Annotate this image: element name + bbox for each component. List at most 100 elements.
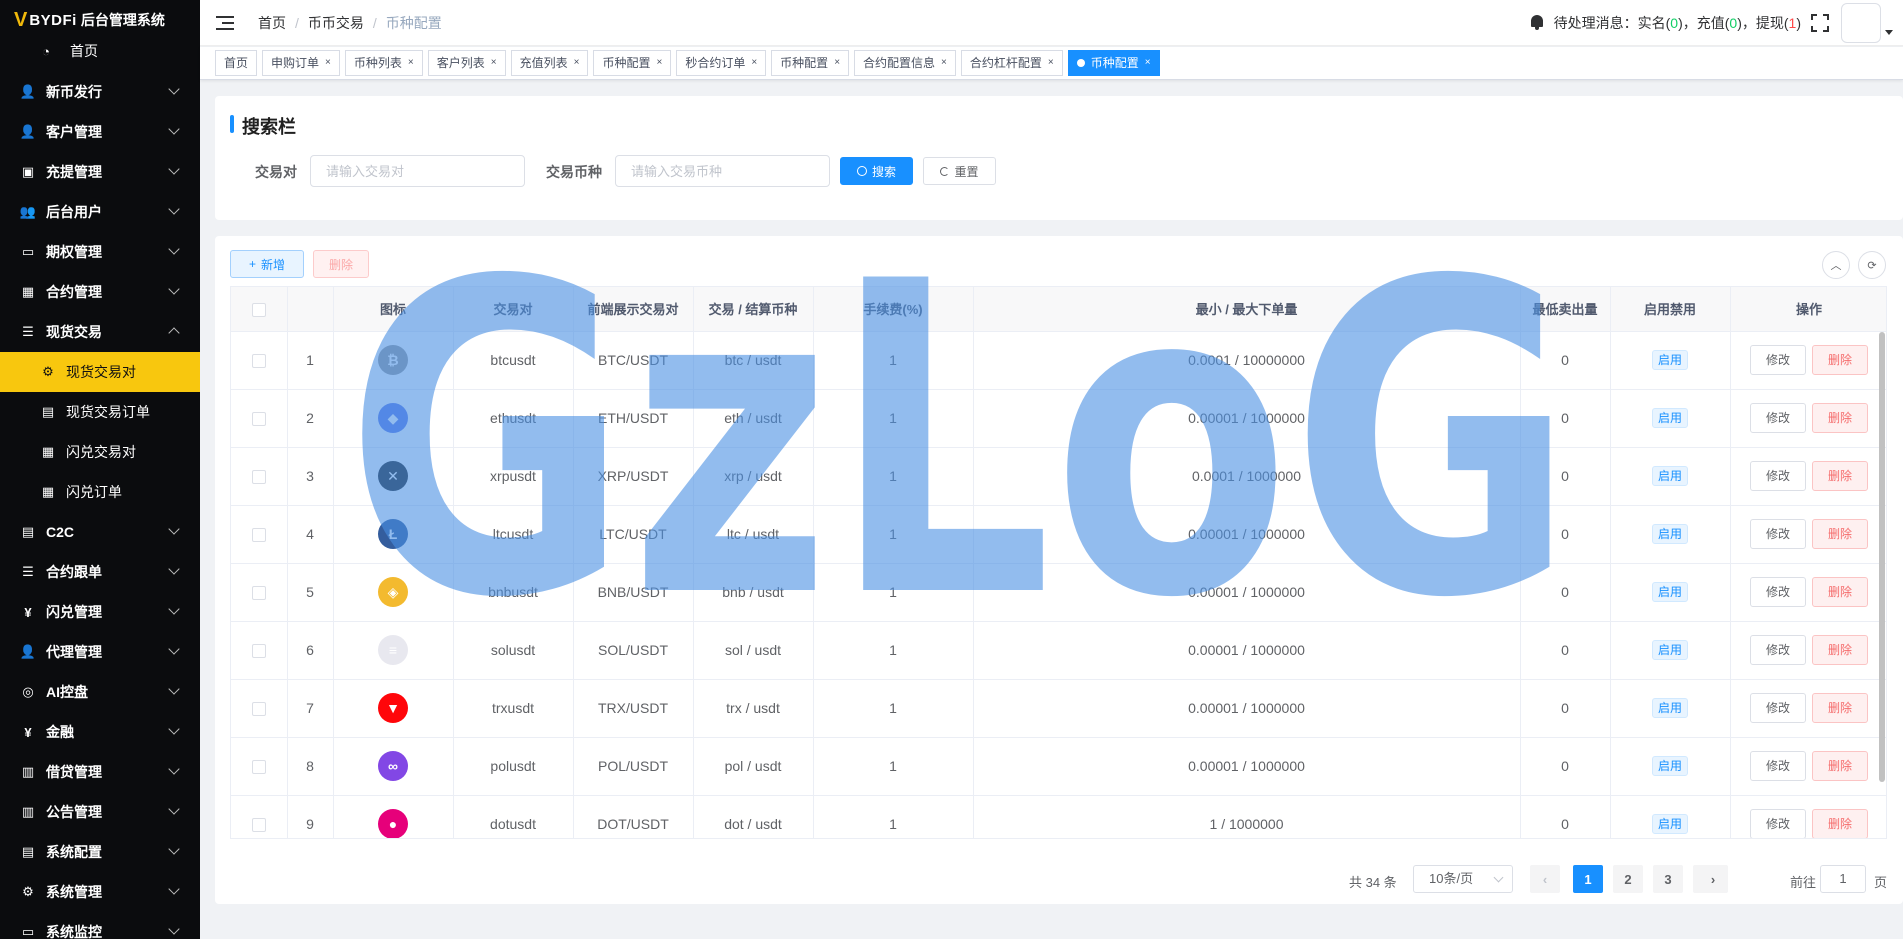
edit-button[interactable]: 修改 — [1750, 345, 1806, 375]
tab-tag[interactable]: 币种列表 × — [344, 50, 423, 76]
caret-down-icon[interactable] — [1885, 30, 1893, 35]
row-checkbox[interactable] — [251, 760, 266, 775]
sidebar-item-home[interactable]: ◔ 首页 — [0, 40, 200, 62]
edit-button[interactable]: 修改 — [1750, 693, 1806, 723]
delete-button[interactable]: 删除 — [1812, 809, 1868, 838]
min-sell-cell: 0 — [1520, 505, 1611, 564]
tab-tag[interactable]: 币种配置 × — [771, 50, 850, 76]
close-icon[interactable]: × — [656, 51, 662, 75]
tab-tag[interactable]: 客户列表 × — [427, 50, 506, 76]
bulk-delete-button[interactable]: 删除 — [313, 250, 369, 278]
close-icon[interactable]: × — [1048, 51, 1054, 75]
row-checkbox[interactable] — [251, 644, 266, 659]
tab-tag[interactable]: 合约杠杆配置 × — [960, 50, 1063, 76]
collapse-search-icon[interactable]: ︿ — [1822, 251, 1850, 279]
display-pair-cell: TRX/USDT — [573, 679, 694, 738]
delete-button[interactable]: 删除 — [1812, 345, 1868, 375]
close-icon[interactable]: × — [408, 51, 414, 75]
sidebar-item[interactable]: ☰ 现货交易 — [0, 312, 200, 352]
delete-button[interactable]: 删除 — [1812, 693, 1868, 723]
breadcrumb-home[interactable]: 首页 — [258, 13, 286, 33]
table-scrollbar[interactable] — [1879, 332, 1885, 782]
coin-input[interactable] — [615, 155, 830, 187]
sidebar-item[interactable]: 👤 代理管理 — [0, 632, 200, 672]
row-checkbox[interactable] — [251, 818, 266, 833]
prev-page-icon[interactable]: ‹ — [1530, 865, 1560, 893]
tab-tag[interactable]: 充值列表 × — [510, 50, 589, 76]
sidebar-item[interactable]: ⚙ 现货交易对 — [0, 352, 200, 392]
page-number-button[interactable]: 3 — [1653, 865, 1683, 893]
row-checkbox[interactable] — [251, 528, 266, 543]
pending-notice[interactable]: 待处理消息：实名(0)，充值(0)，提现(1) — [1554, 13, 1801, 33]
sidebar-item[interactable]: ▥ 公告管理 — [0, 792, 200, 832]
close-icon[interactable]: × — [751, 51, 757, 75]
search-button[interactable]: 搜索 — [840, 157, 913, 185]
sidebar-item[interactable]: ¥ 闪兑管理 — [0, 592, 200, 632]
edit-button[interactable]: 修改 — [1750, 461, 1806, 491]
pair-input[interactable] — [310, 155, 525, 187]
row-checkbox[interactable] — [251, 354, 266, 369]
select-all-checkbox[interactable] — [251, 302, 266, 317]
page-number-button[interactable]: 2 — [1613, 865, 1643, 893]
sidebar-item[interactable]: 👤 新币发行 — [0, 72, 200, 112]
sidebar-item[interactable]: ▤ 现货交易订单 — [0, 392, 200, 432]
refresh-table-icon[interactable]: ⟳ — [1858, 251, 1886, 279]
sidebar-item[interactable]: ▦ 闪兑订单 — [0, 472, 200, 512]
sidebar-item[interactable]: 👥 后台用户 — [0, 192, 200, 232]
close-icon[interactable]: × — [325, 51, 331, 75]
reset-button[interactable]: 重置 — [923, 157, 996, 185]
edit-button[interactable]: 修改 — [1750, 751, 1806, 781]
bell-icon[interactable] — [1530, 15, 1544, 30]
sidebar-item[interactable]: ◎ AI控盘 — [0, 672, 200, 712]
edit-button[interactable]: 修改 — [1750, 809, 1806, 838]
page-number-button[interactable]: 1 — [1573, 865, 1603, 893]
delete-button[interactable]: 删除 — [1812, 519, 1868, 549]
column-header: 最低卖出量 — [1520, 287, 1611, 332]
avatar[interactable] — [1841, 2, 1881, 43]
page-size-select[interactable]: 10条/页 — [1413, 865, 1513, 893]
sidebar-item[interactable]: ▦ 合约管理 — [0, 272, 200, 312]
sidebar-item[interactable]: ▭ 系统监控 — [0, 912, 200, 939]
delete-button[interactable]: 删除 — [1812, 635, 1868, 665]
row-checkbox[interactable] — [251, 412, 266, 427]
sidebar-item[interactable]: ☰ 合约跟单 — [0, 552, 200, 592]
sidebar-item[interactable]: ¥ 金融 — [0, 712, 200, 752]
sidebar-item[interactable]: ▣ 充提管理 — [0, 152, 200, 192]
next-page-icon[interactable]: › — [1698, 865, 1728, 893]
delete-button[interactable]: 删除 — [1812, 751, 1868, 781]
sidebar-item[interactable]: ▤ C2C — [0, 512, 200, 552]
breadcrumb-separator: / — [372, 14, 377, 31]
edit-button[interactable]: 修改 — [1750, 403, 1806, 433]
breadcrumb-spot-trading[interactable]: 币币交易 — [308, 13, 364, 33]
tab-tag[interactable]: 币种配置 × — [593, 50, 672, 76]
delete-button[interactable]: 删除 — [1812, 577, 1868, 607]
tab-tag[interactable]: 首页 — [215, 50, 258, 76]
tab-tag[interactable]: 秒合约订单 × — [676, 50, 767, 76]
goto-page-input[interactable]: 1 — [1820, 865, 1866, 893]
sidebar-item[interactable]: ⚙ 系统管理 — [0, 872, 200, 912]
sidebar-item[interactable]: ▭ 期权管理 — [0, 232, 200, 272]
edit-button[interactable]: 修改 — [1750, 519, 1806, 549]
edit-button[interactable]: 修改 — [1750, 577, 1806, 607]
fullscreen-icon[interactable] — [1811, 13, 1829, 32]
row-checkbox[interactable] — [251, 586, 266, 601]
edit-button[interactable]: 修改 — [1750, 635, 1806, 665]
close-icon[interactable]: × — [941, 51, 947, 75]
tab-tag[interactable]: 申购订单 × — [262, 50, 340, 76]
tab-tag[interactable]: 币种配置 × — [1067, 50, 1160, 76]
delete-button[interactable]: 删除 — [1812, 403, 1868, 433]
sidebar-item[interactable]: ▥ 借贷管理 — [0, 752, 200, 792]
sidebar-item[interactable]: ▦ 闪兑交易对 — [0, 432, 200, 472]
close-icon[interactable]: × — [834, 51, 840, 75]
close-icon[interactable]: × — [1145, 51, 1151, 75]
hamburger-menu-icon[interactable] — [216, 15, 234, 30]
delete-button[interactable]: 删除 — [1812, 461, 1868, 491]
close-icon[interactable]: × — [491, 51, 497, 75]
sidebar-item[interactable]: 👤 客户管理 — [0, 112, 200, 152]
add-button[interactable]: + 新增 — [230, 250, 304, 278]
row-checkbox[interactable] — [251, 702, 266, 717]
sidebar-item[interactable]: ▤ 系统配置 — [0, 832, 200, 872]
tab-tag[interactable]: 合约配置信息 × — [854, 50, 956, 76]
row-checkbox[interactable] — [251, 470, 266, 485]
close-icon[interactable]: × — [574, 51, 580, 75]
